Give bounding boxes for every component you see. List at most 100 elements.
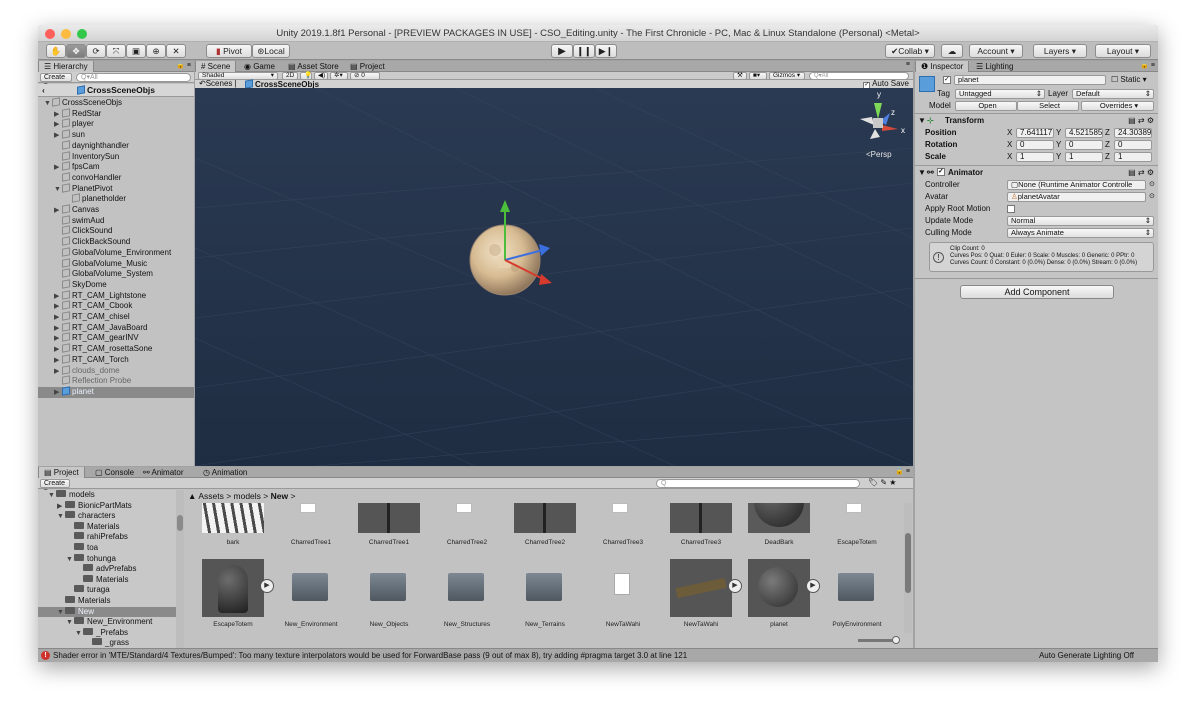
object-name-input[interactable]: planet [954,75,1106,85]
hierarchy-item[interactable]: convoHandler [38,172,194,184]
breadcrumb-scenes[interactable]: ↶Scenes | [199,80,237,88]
project-create-dropdown[interactable]: Create ▾ [40,479,70,495]
custom-tool-button[interactable]: ✕ [166,44,186,58]
tab-asset-store[interactable]: ▤ Asset Store [283,61,344,72]
hierarchy-item[interactable]: ▼ CrossSceneObjs [38,97,194,109]
model-overrides-dropdown[interactable]: Overrides ▾ [1081,101,1154,111]
project-folder-item[interactable]: turaga [38,585,176,596]
tab-project[interactable]: ▤ Project [345,61,390,72]
hierarchy-item[interactable]: ▶ planet [38,386,194,398]
hierarchy-item[interactable]: swimAud [38,214,194,227]
apply-root-motion-checkbox[interactable] [1007,205,1015,213]
tab-scene[interactable]: # Scene [195,61,237,72]
pause-button[interactable]: ❙❙ [573,44,595,58]
rotation-y-field[interactable]: 0 [1065,140,1103,150]
panel-menu-icon[interactable]: 🔒 ≡ [1140,61,1155,69]
component-menu-icon[interactable]: ▤ ⇄ ⚙ [1128,115,1154,126]
asset-item[interactable]: ▶ EscapeTotem [194,559,274,629]
position-z-field[interactable]: 24.30389 [1114,128,1152,138]
hierarchy-item[interactable]: ClickSound [38,225,194,237]
effects-toggle[interactable]: ✲▾ [330,72,348,80]
layer-dropdown[interactable]: Default ⇕ [1072,89,1154,99]
project-folder-item[interactable]: ▼ New [38,606,176,618]
hierarchy-item[interactable]: ▼ PlanetPivot [38,182,194,195]
asset-item[interactable]: New_Terrains [506,559,576,629]
scene-viewport[interactable]: y x z <Persp [195,88,913,466]
animator-header[interactable]: ▼ ⚯ ✓ Animator ▤ ⇄ ⚙ [915,167,1158,178]
scene-header[interactable]: ‹ CrossSceneObjs [38,84,194,97]
hierarchy-item[interactable]: ▶ RT_CAM_Torch [38,354,194,366]
rotation-z-field[interactable]: 0 [1114,140,1152,150]
move-tool-button[interactable]: ✥ [66,44,86,58]
panel-menu-icon[interactable]: ≡ [906,61,910,68]
add-component-button[interactable]: Add Component [960,285,1114,299]
tab-project[interactable]: ▤ Project [38,467,85,478]
collab-button[interactable]: ✔Collab ▾ [885,44,935,58]
layers-dropdown[interactable]: Layers ▾ [1033,44,1087,58]
tab-inspector[interactable]: ❶ Inspector [915,61,970,72]
position-x-field[interactable]: 7.641117 [1016,128,1054,138]
play-button[interactable]: ▶ [551,44,573,58]
project-folder-item[interactable]: Materials [38,596,176,607]
hierarchy-item[interactable]: SkyDome [38,279,194,291]
transform-tool-button[interactable]: ⊕ [146,44,166,58]
asset-item[interactable]: New_Environment [272,559,342,629]
active-checkbox[interactable]: ✓ [943,76,951,84]
hierarchy-item[interactable]: ▶ RT_CAM_chisel [38,311,194,323]
model-open-button[interactable]: Open [955,101,1017,111]
z-axis-label[interactable]: Z [1105,127,1110,138]
y-axis-label[interactable]: Y [1056,127,1061,138]
object-picker-icon[interactable]: ⊙ [1149,179,1155,190]
cloud-button[interactable]: ☁ [941,44,963,58]
thumbnail-size-slider[interactable] [858,636,900,644]
hierarchy-search-input[interactable]: Q▾All [76,73,191,82]
hierarchy-item[interactable]: ▶ RT_CAM_gearINV [38,332,194,344]
asset-item[interactable]: New_Structures [428,559,498,629]
y-axis-label[interactable]: Y [1056,139,1061,150]
component-menu-icon[interactable]: ▤ ⇄ ⚙ [1128,167,1154,178]
rotate-tool-button[interactable]: ⟳ [86,44,106,58]
step-button[interactable]: ▶❙ [595,44,617,58]
rotation-x-field[interactable]: 0 [1016,140,1054,150]
hierarchy-item[interactable]: ▶ RT_CAM_JavaBoard [38,321,194,334]
controller-field[interactable]: ▢None (Runtime Animator Controlle [1007,180,1146,190]
auto-lighting-status[interactable]: Auto Generate Lighting Off [1039,649,1134,662]
tab-lighting[interactable]: ☰ Lighting [971,61,1018,72]
asset-item[interactable]: NewTaWahi [584,559,654,629]
asset-item[interactable]: ▶ NewTaWahi [662,559,742,629]
zoom-window-button[interactable] [77,29,87,39]
scale-x-field[interactable]: 1 [1016,152,1054,162]
perspective-toggle[interactable]: <Persp [866,150,892,159]
filter-icons[interactable]: 🏷 ✎ ★ [868,478,896,487]
foldout-arrow-icon[interactable]: ▼ [918,115,926,126]
hand-tool-button[interactable]: ✋ [46,44,66,58]
minimize-window-button[interactable] [61,29,71,39]
model-select-button[interactable]: Select [1017,101,1079,111]
hierarchy-item[interactable]: ▶ RT_CAM_Lightstone [38,289,194,302]
hierarchy-item[interactable]: ▶ RT_CAM_Cbook [38,300,194,312]
hierarchy-item[interactable]: GlobalVolume_System [38,268,194,280]
update-mode-dropdown[interactable]: Normal ⇕ [1007,216,1154,226]
hierarchy-item[interactable]: ▶ fpsCam [38,161,194,173]
project-folder-item[interactable]: toa [38,543,176,554]
project-folder-item[interactable]: advPrefabs [38,564,176,575]
asset-scrollbar[interactable] [904,503,912,633]
asset-item[interactable]: PolyEnvironment [818,559,888,629]
hierarchy-item[interactable]: Reflection Probe [38,375,194,387]
foldout-arrow-icon[interactable]: ▼ [918,167,926,178]
z-axis-label[interactable]: Z [1105,139,1110,150]
asset-scrollbar-thumb[interactable] [905,533,911,593]
project-folder-item[interactable]: ▼ models [38,490,176,501]
project-search-input[interactable]: Q [656,479,860,488]
tab-hierarchy[interactable]: ☰ Hierarchy [38,61,94,72]
hierarchy-item[interactable]: GlobalVolume_Music [38,257,194,270]
local-toggle[interactable]: ⊛Local [252,44,290,58]
gizmos-dropdown[interactable]: Gizmos ▾ [769,72,805,80]
scale-tool-button[interactable]: ⤧ [106,44,126,58]
rect-tool-button[interactable]: ▣ [126,44,146,58]
position-y-field[interactable]: 4.521585 [1065,128,1103,138]
slider-handle[interactable] [892,636,900,644]
lighting-toggle[interactable]: 💡 [300,72,312,80]
x-axis-label[interactable]: X [1007,139,1012,150]
hidden-objects-toggle[interactable]: ⊘ 0 [350,72,380,80]
